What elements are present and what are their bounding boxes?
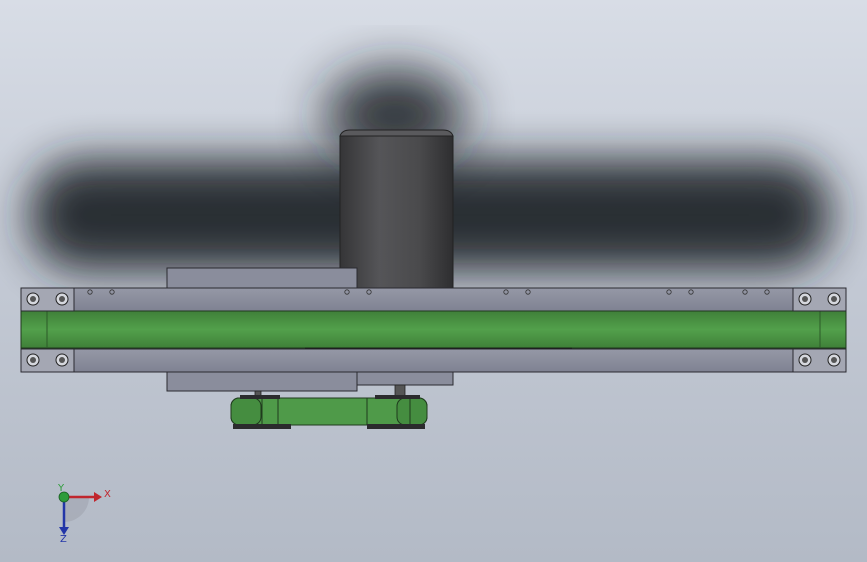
motor-cylinder[interactable] — [339, 129, 454, 289]
conveyor-belt[interactable] — [20, 310, 847, 350]
mount-plate-top[interactable] — [166, 267, 358, 289]
coordinate-triad-icon[interactable]: X Y Z — [57, 483, 111, 545]
side-rail-top[interactable] — [20, 287, 847, 312]
axis-y-label: Y — [57, 483, 65, 494]
end-cap-left-bottom[interactable] — [20, 348, 75, 373]
cad-viewport[interactable]: X Y Z — [0, 0, 867, 562]
axis-x-label: X — [104, 489, 111, 500]
end-cap-right-bottom[interactable] — [792, 348, 847, 373]
drive-belt-assembly[interactable] — [230, 395, 428, 429]
side-rail-bottom[interactable] — [20, 348, 847, 373]
end-cap-left-top[interactable] — [20, 287, 75, 312]
gearbox-plate[interactable] — [356, 371, 454, 386]
conveyor-model: X Y Z — [20, 70, 847, 545]
end-cap-right-top[interactable] — [792, 287, 847, 312]
mount-plate-bottom[interactable] — [166, 371, 358, 392]
axis-z-label: Z — [60, 534, 67, 545]
